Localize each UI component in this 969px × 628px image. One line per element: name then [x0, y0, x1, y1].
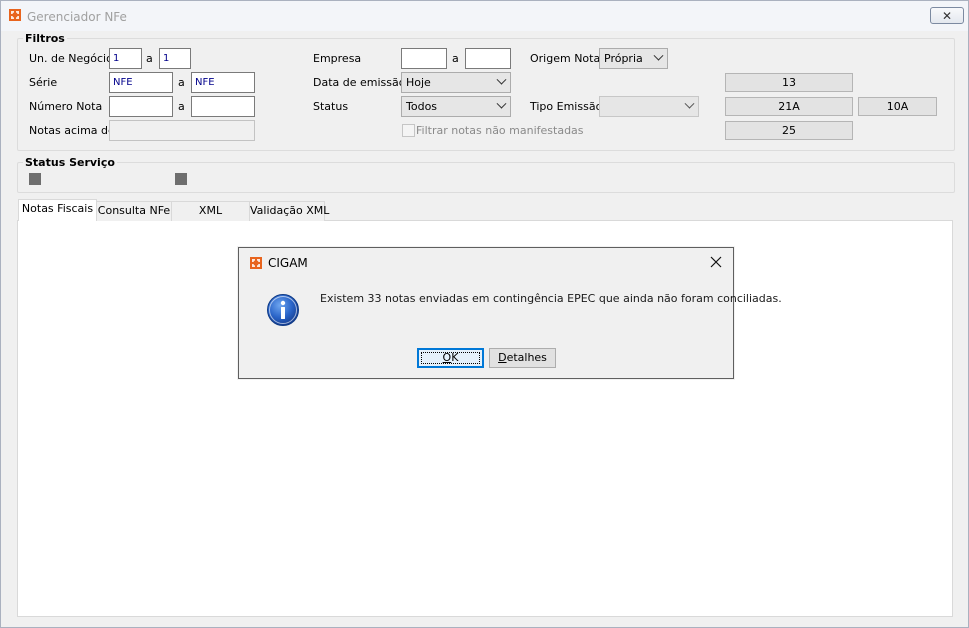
un-negocio-from-input[interactable]: 1 — [109, 48, 142, 69]
empresa-label: Empresa — [313, 52, 362, 65]
title-bar: Gerenciador NFe ✕ — [1, 1, 968, 31]
serie-label: Série — [29, 76, 58, 89]
tab-validacao-xml[interactable]: Validação XML — [249, 201, 329, 221]
origem-nota-select[interactable]: Própria — [599, 48, 668, 69]
status-servico-group — [17, 162, 955, 193]
window-close-button[interactable]: ✕ — [930, 7, 964, 24]
un-negocio-label: Un. de Negócio — [29, 52, 113, 65]
filtrar-nao-manifestadas-checkbox[interactable] — [402, 124, 415, 137]
filtrar-nao-manifestadas-label: Filtrar notas não manifestadas — [416, 124, 584, 137]
cigam-message-dialog: CIGAM Existem 33 notas enviadas em conti… — [238, 247, 782, 379]
numero-nota-sep: a — [178, 100, 185, 113]
serie-from-input[interactable]: NFE — [109, 72, 173, 93]
status-servico-title: Status Serviço — [23, 156, 117, 169]
notas-acima-input[interactable] — [109, 120, 255, 141]
status-label: Status — [313, 100, 349, 113]
status-value: Todos — [406, 100, 438, 113]
readout-10a: 10A — [858, 97, 937, 116]
chevron-down-icon — [653, 50, 664, 61]
status-select[interactable]: Todos — [401, 96, 511, 117]
status-indicator-1 — [29, 173, 41, 185]
detalhes-label-rest: etalhes — [506, 351, 547, 364]
origem-nota-value: Própria — [604, 52, 643, 65]
un-negocio-sep: a — [146, 52, 153, 65]
focus-ring — [421, 352, 480, 364]
un-negocio-to-input[interactable]: 1 — [159, 48, 191, 69]
data-emissao-select[interactable]: Hoje — [401, 72, 511, 93]
origem-nota-label: Origem Nota — [530, 52, 601, 65]
cigam-logo-icon — [250, 257, 262, 269]
chevron-down-icon — [496, 74, 507, 85]
tab-consulta-nfe[interactable]: Consulta NFe — [96, 201, 172, 221]
numero-nota-from-input[interactable] — [109, 96, 173, 117]
dialog-close-icon[interactable] — [709, 255, 723, 269]
empresa-to-input[interactable] — [465, 48, 511, 69]
dialog-title: CIGAM — [268, 256, 308, 270]
chevron-down-icon — [496, 98, 507, 109]
tab-xml[interactable]: XML — [171, 201, 250, 221]
detalhes-accelerator: D — [498, 351, 507, 364]
status-indicator-2 — [175, 173, 187, 185]
numero-nota-to-input[interactable] — [191, 96, 255, 117]
notas-acima-label: Notas acima de — [29, 124, 115, 137]
tipo-emissao-label: Tipo Emissão — [530, 100, 603, 113]
chevron-down-icon — [684, 98, 695, 109]
dialog-message: Existem 33 notas enviadas em contingênci… — [320, 292, 782, 305]
cigam-logo-icon — [9, 9, 21, 21]
empresa-from-input[interactable] — [401, 48, 447, 69]
ok-button[interactable]: OK — [417, 348, 484, 368]
window-title: Gerenciador NFe — [27, 10, 127, 24]
empresa-sep: a — [452, 52, 459, 65]
tab-notas-fiscais[interactable]: Notas Fiscais — [18, 199, 97, 221]
numero-nota-label: Número Nota — [29, 100, 103, 113]
detalhes-button[interactable]: Detalhes — [489, 348, 556, 368]
readout-25: 25 — [725, 121, 853, 140]
data-emissao-label: Data de emissão — [313, 76, 406, 89]
serie-sep: a — [178, 76, 185, 89]
readout-21a: 21A — [725, 97, 853, 116]
close-icon: ✕ — [941, 8, 953, 23]
readout-13: 13 — [725, 73, 853, 92]
serie-to-input[interactable]: NFE — [191, 72, 255, 93]
data-emissao-value: Hoje — [406, 76, 431, 89]
main-window: Gerenciador NFe ✕ Filtros Un. de Negócio… — [0, 0, 969, 628]
tipo-emissao-select[interactable] — [599, 96, 699, 117]
info-icon — [267, 294, 299, 326]
filtros-title: Filtros — [23, 32, 67, 45]
